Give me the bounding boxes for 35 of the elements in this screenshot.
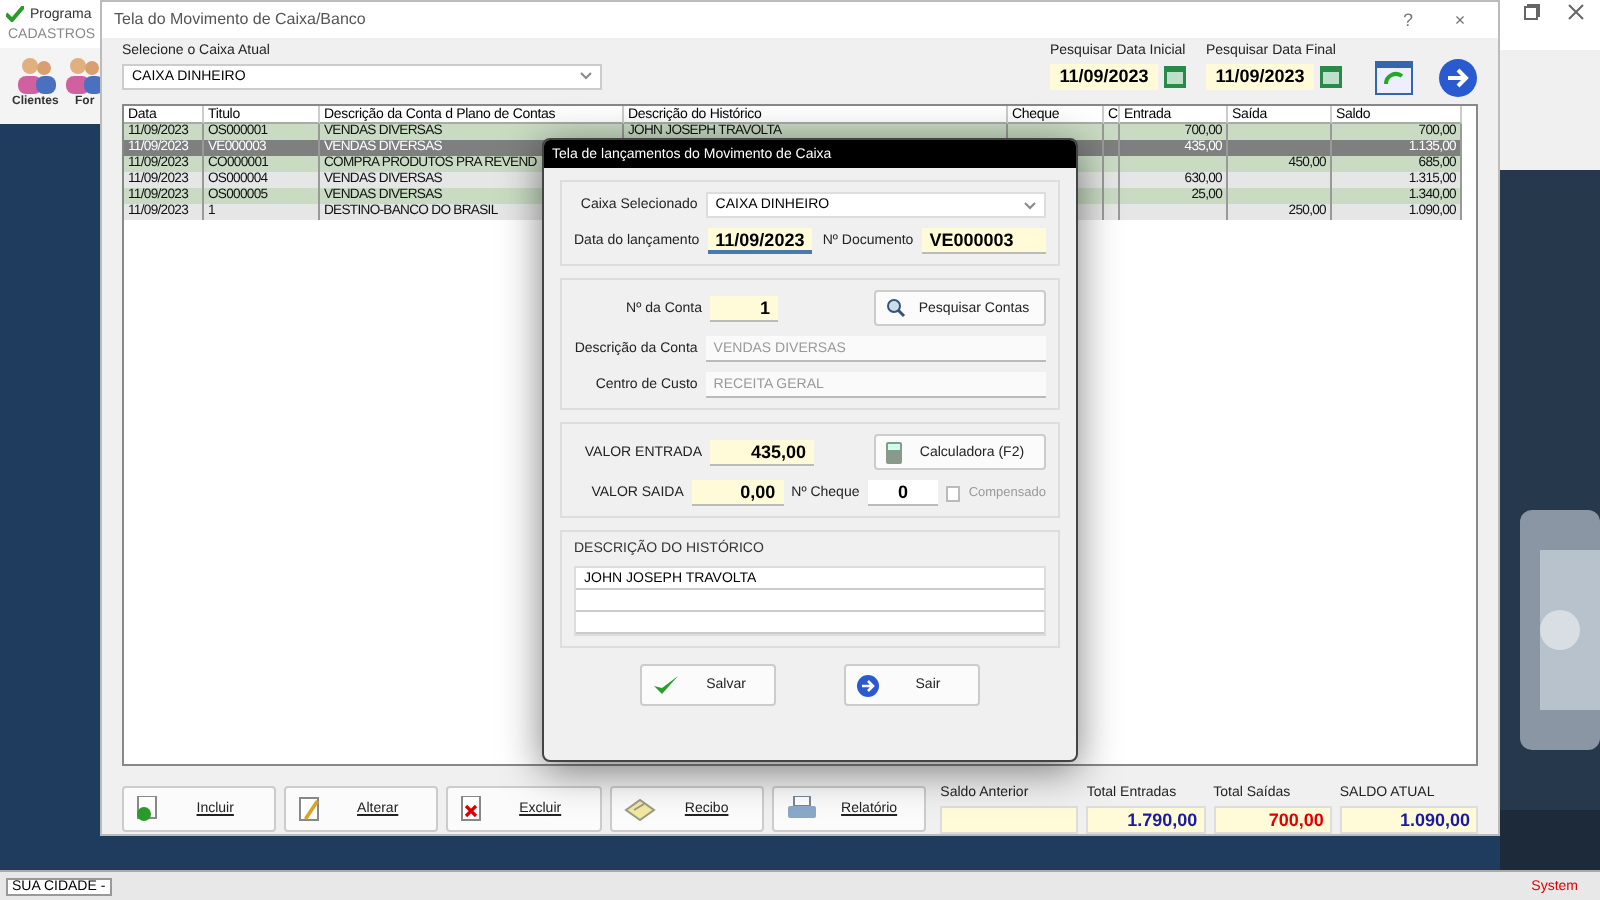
calculator-icon — [886, 441, 902, 463]
date-field[interactable]: 11/09/2023 — [1050, 63, 1158, 90]
people-icon[interactable] — [13, 52, 58, 96]
receipt-icon — [623, 797, 656, 821]
account-field[interactable]: 1 — [710, 295, 778, 321]
amount-field[interactable]: 0,00 — [691, 480, 784, 506]
arrow-circle-icon[interactable] — [1438, 57, 1478, 98]
date-field[interactable]: 11/09/2023 — [1206, 63, 1314, 90]
amount-field[interactable]: 435,00 — [710, 439, 814, 465]
window-title: Tela do Movimento de Caixa/Banco — [114, 10, 368, 29]
delete-document-icon — [460, 796, 485, 822]
check-icon — [652, 674, 680, 696]
arrow-circle-icon — [856, 673, 880, 697]
close-icon[interactable] — [1568, 4, 1584, 20]
total-value: 1.790,00 — [1086, 806, 1206, 834]
total-value: 1.090,00 — [1339, 806, 1479, 834]
refresh-window-icon[interactable] — [1374, 59, 1414, 96]
document-field[interactable]: VE000003 — [921, 228, 1046, 254]
app-logo-icon — [6, 6, 24, 22]
cheque-field[interactable]: 0 — [867, 480, 939, 506]
chevron-down-icon[interactable] — [580, 72, 592, 81]
printer-icon — [785, 796, 818, 822]
close-button[interactable]: × — [1434, 9, 1486, 30]
checkbox[interactable] — [946, 485, 961, 501]
total-value — [940, 806, 1079, 834]
restore-icon[interactable] — [1524, 4, 1540, 20]
search-icon — [886, 298, 906, 318]
calendar-icon[interactable] — [1164, 65, 1186, 88]
calendar-icon[interactable] — [1320, 65, 1342, 88]
add-document-icon — [136, 796, 160, 822]
total-value: 700,00 — [1213, 806, 1332, 834]
help-button[interactable]: ? — [1382, 9, 1434, 30]
chevron-down-icon[interactable] — [1024, 201, 1036, 209]
pencil-icon — [298, 796, 323, 822]
date-field[interactable]: 11/09/2023 — [707, 228, 812, 254]
